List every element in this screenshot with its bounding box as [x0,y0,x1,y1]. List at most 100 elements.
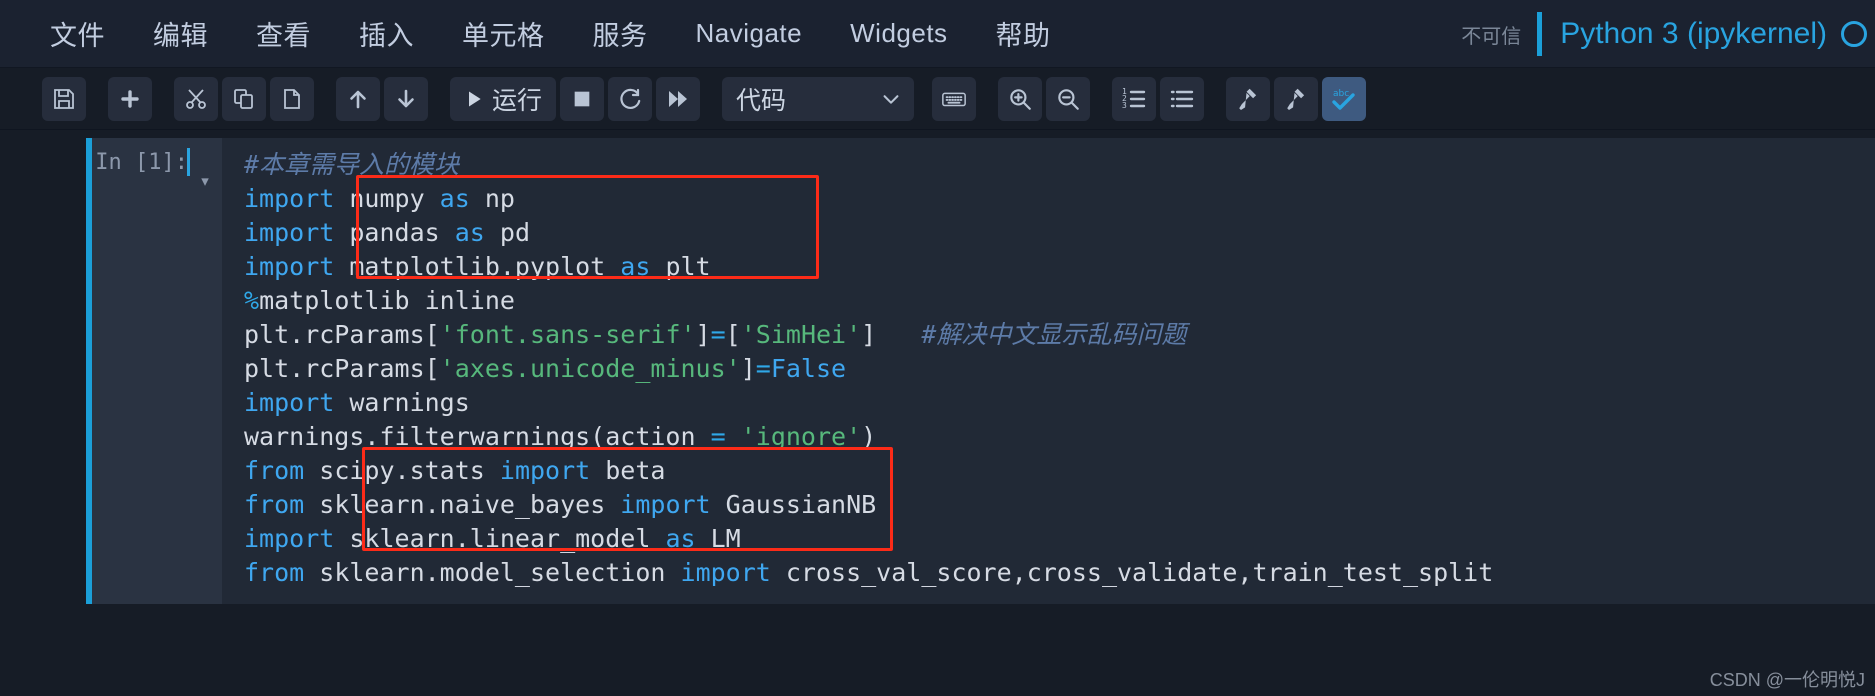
code-token: LM [695,524,741,553]
menu-bar: 文件 编辑 查看 插入 单元格 服务 Navigate Widgets 帮助 不… [0,0,1875,68]
cell-type-select[interactable]: 代码 [722,76,915,121]
code-token: plt.rcParams[ [244,354,440,383]
code-token: #解决中文显示乱码问题 [921,320,1187,349]
chevron-down-icon [880,88,902,110]
numbered-list-icon: 1 2 3 [1121,86,1147,112]
kernel-idle-icon [1841,21,1867,47]
code-token: as [665,524,696,553]
paste-icon [280,87,304,111]
add-cell-button[interactable] [108,76,152,121]
code-token: cross_val_score,cross_validate,train_tes… [770,558,1494,587]
code-token: np [469,184,515,213]
code-token: as [620,252,651,281]
trust-status-badge[interactable]: 不可信 [1461,20,1537,49]
code-token: pd [484,218,530,247]
menu-navigate[interactable]: Navigate [680,14,819,53]
code-line: import warnings [234,386,1875,420]
code-token: 'font.sans-serif' [439,320,696,349]
code-token: from [244,558,305,587]
code-token: = [710,320,726,349]
code-line: plt.rcParams['font.sans-serif']=['SimHei… [234,318,1875,352]
cell-caret [187,148,190,176]
restart-icon [618,87,642,111]
code-token: sklearn.naive_bayes [304,490,621,519]
copy-button[interactable] [222,76,266,121]
zoom-in-button[interactable] [998,76,1043,121]
code-token: % [244,286,260,315]
toolbar-group-keyboard [932,76,980,121]
code-token: 'ignore' [740,422,862,451]
save-button[interactable] [42,76,86,121]
menu-kernel[interactable]: 服务 [577,10,664,57]
kernel-name-label[interactable]: Python 3 (ipykernel) [1560,17,1827,51]
toolbar-group-zoom [998,76,1094,121]
code-token: from [244,456,305,485]
bulleted-list-icon [1169,86,1195,112]
run-button-label: 运行 [492,86,543,115]
stop-icon [571,88,593,110]
zoom-out-icon [1055,86,1081,112]
hammer-icon [1235,86,1261,112]
spellcheck-button[interactable]: abc [1322,76,1367,121]
code-token: plt.rcParams[ [244,320,440,349]
kernel-status-area: 不可信 Python 3 (ipykernel) [1461,0,1875,68]
fast-forward-icon [666,87,690,111]
code-line: from sklearn.naive_bayes import Gaussian… [234,488,1875,522]
numbered-list-button[interactable]: 1 2 3 [1112,76,1157,121]
code-token: 'SimHei' [740,320,862,349]
code-token: 'axes.unicode_minus' [439,354,741,383]
menu-file[interactable]: 文件 [34,10,121,57]
menu-edit[interactable]: 编辑 [137,10,224,57]
code-line: import sklearn.linear_model as LM [234,522,1875,556]
menu-cell[interactable]: 单元格 [446,10,561,57]
add-cell-icon [118,87,142,111]
cut-button[interactable] [174,76,218,121]
bulleted-list-button[interactable] [1160,76,1205,121]
notebook-app: 文件 编辑 查看 插入 单元格 服务 Navigate Widgets 帮助 不… [0,0,1875,696]
code-cell[interactable]: In [1]: ▾ #本章需导入的模块 import numpy as np imp… [86,138,1875,604]
cell-type-value: 代码 [736,86,787,115]
code-editor[interactable]: #本章需导入的模块 import numpy as np import pandas… [222,138,1875,604]
code-line: from sklearn.model_selection import cros… [234,556,1875,590]
copy-icon [232,87,256,111]
svg-text:abc: abc [1333,89,1349,99]
code-token: matplotlib.pyplot [334,252,621,281]
move-cell-up-button[interactable] [336,76,380,121]
hammer-button-2[interactable] [1274,76,1319,121]
move-cell-down-button[interactable] [384,76,428,121]
menu-help[interactable]: 帮助 [980,10,1067,57]
toolbar-group-lists: 1 2 3 [1112,76,1208,121]
code-token: scipy.stats [304,456,500,485]
arrow-down-icon [394,87,418,111]
spellcheck-abc-icon: abc [1330,85,1358,113]
cell-collapser[interactable]: ▾ [188,138,222,604]
stop-button[interactable] [560,76,605,121]
code-token: ] [740,354,756,383]
zoom-in-icon [1007,86,1033,112]
paste-button[interactable] [270,76,314,121]
notebook-body: In [1]: ▾ #本章需导入的模块 import numpy as np imp… [0,130,1875,696]
restart-kernel-button[interactable] [608,76,653,121]
menu-widgets[interactable]: Widgets [834,14,963,53]
menu-insert[interactable]: 插入 [343,10,430,57]
code-token: numpy [334,184,440,213]
keyboard-shortcuts-button[interactable] [932,76,977,121]
cut-icon [184,87,208,111]
menu-view[interactable]: 查看 [240,10,327,57]
code-token: sklearn.linear_model [334,524,666,553]
restart-run-all-button[interactable] [656,76,701,121]
save-icon [52,87,76,111]
svg-text:3: 3 [1122,101,1127,110]
code-token: import [620,490,711,519]
hammer-button-1[interactable] [1226,76,1271,121]
zoom-out-button[interactable] [1046,76,1091,121]
play-icon [464,89,484,109]
code-line: import matplotlib.pyplot as plt [234,250,1875,284]
toolbar-group-tools: abc [1226,76,1370,121]
code-token: import [499,456,591,485]
code-token: from [244,490,305,519]
code-token: as [439,184,470,213]
run-button[interactable]: 运行 [450,76,557,121]
kernel-divider [1537,12,1543,56]
